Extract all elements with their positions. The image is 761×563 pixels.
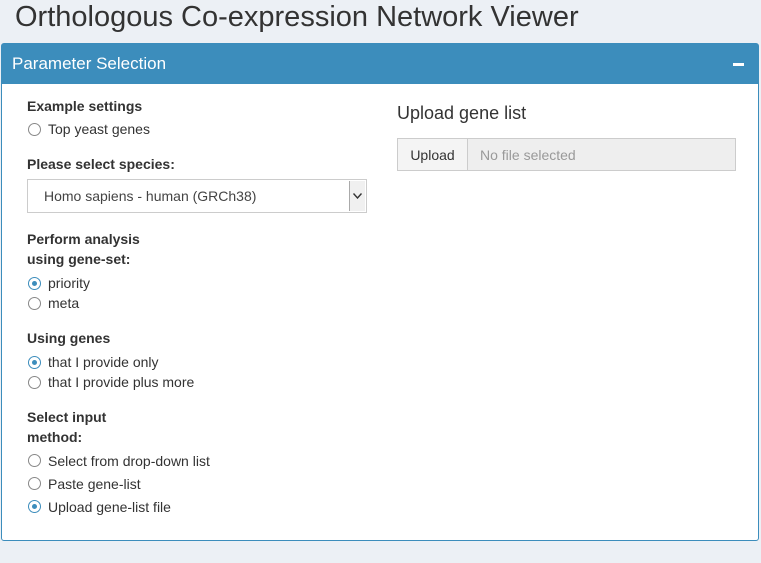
radio-button[interactable]: [28, 296, 41, 310]
radio-priority[interactable]: priority: [28, 273, 372, 293]
input-method-label: Select input: [27, 409, 107, 425]
species-label: Please select species:: [27, 156, 175, 172]
radio-button[interactable]: [28, 355, 41, 369]
radio-label: Upload gene-list file: [48, 498, 171, 515]
species-selected-value: Homo sapiens - human (GRCh38): [44, 188, 257, 204]
species-select[interactable]: Homo sapiens - human (GRCh38): [27, 179, 367, 213]
panel-header: Parameter Selection: [2, 44, 758, 84]
radio-paste-gene-list[interactable]: Paste gene-list: [28, 472, 372, 495]
upload-button[interactable]: Upload: [398, 139, 468, 170]
radio-button[interactable]: [28, 477, 41, 490]
input-method-label-line2: method:: [27, 429, 83, 445]
using-genes-label: Using genes: [27, 330, 111, 346]
file-input[interactable]: Upload No file selected: [397, 138, 736, 171]
radio-button[interactable]: [28, 122, 41, 136]
radio-label: that I provide only: [48, 354, 159, 370]
radio-label: Top yeast genes: [48, 121, 150, 137]
radio-label: meta: [48, 295, 80, 311]
radio-label: that I provide plus more: [48, 374, 195, 390]
radio-button[interactable]: [28, 500, 41, 513]
file-status: No file selected: [468, 139, 735, 170]
app-title: Orthologous Co-expression Network Viewer: [15, 1, 579, 33]
radio-provide-only[interactable]: that I provide only: [28, 352, 372, 372]
example-settings-label: Example settings: [27, 98, 143, 114]
radio-select-dropdown[interactable]: Select from drop-down list: [28, 449, 372, 472]
radio-upload-file[interactable]: Upload gene-list file: [28, 495, 372, 518]
radio-top-yeast-genes[interactable]: Top yeast genes: [28, 119, 372, 139]
analysis-label-line2: using gene-set:: [27, 251, 131, 267]
panel-title: Parameter Selection: [12, 54, 167, 73]
radio-label: Paste gene-list: [48, 475, 141, 492]
collapse-button[interactable]: [728, 54, 748, 74]
radio-provide-plus-more[interactable]: that I provide plus more: [28, 372, 372, 392]
radio-button[interactable]: [28, 276, 41, 290]
radio-button[interactable]: [28, 454, 41, 467]
radio-label: priority: [48, 275, 91, 291]
minus-icon: [732, 62, 744, 66]
radio-label: Select from drop-down list: [48, 452, 210, 469]
upload-section: Upload gene list Upload No file selected: [397, 102, 737, 171]
chevron-down-icon[interactable]: [349, 181, 365, 211]
parameter-form: Example settings Top yeast genes Please …: [27, 96, 372, 518]
radio-button[interactable]: [28, 375, 41, 389]
radio-meta[interactable]: meta: [28, 293, 372, 313]
analysis-label: Perform analysis: [27, 231, 140, 247]
upload-title: Upload gene list: [397, 103, 527, 123]
parameter-selection-panel: Parameter Selection Example settings Top…: [1, 43, 759, 541]
